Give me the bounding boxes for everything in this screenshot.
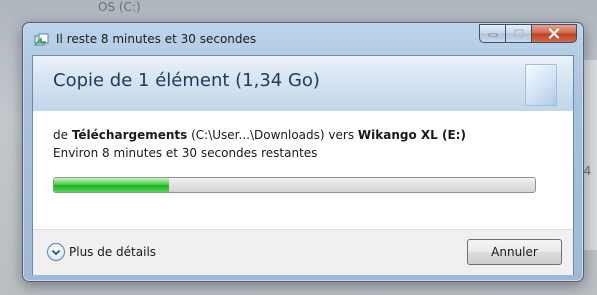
from-prefix: de: [53, 128, 68, 142]
caption-buttons: [479, 24, 577, 44]
more-details-label: Plus de détails: [69, 245, 157, 259]
maximize-button[interactable]: [506, 24, 532, 43]
minimize-icon: [488, 33, 497, 36]
maximize-icon: [513, 29, 524, 38]
header-band: Copie de 1 élément (1,34 Go): [33, 56, 573, 111]
copy-files-icon: [34, 32, 50, 46]
time-remaining: Environ 8 minutes et 30 secondes restant…: [53, 146, 318, 160]
dialog-footer: Plus de détails Annuler: [33, 229, 573, 275]
source-destination-line: de Téléchargements (C:\User...\Downloads…: [53, 128, 466, 142]
background-drive-label: OS (C:): [98, 0, 141, 14]
title-bar[interactable]: Il reste 8 minutes et 30 secondes: [23, 23, 583, 53]
close-button[interactable]: [532, 24, 577, 43]
operation-title: Copie de 1 élément (1,34 Go): [53, 70, 320, 91]
chevron-down-icon: [47, 243, 65, 261]
transfer-graphic: [525, 64, 557, 106]
source-path: (C:\User...\Downloads): [191, 128, 325, 142]
to-prefix: vers: [328, 128, 355, 142]
close-icon: [548, 28, 560, 39]
destination-name[interactable]: Wikango XL (E:): [358, 128, 466, 142]
copy-progress-dialog: Il reste 8 minutes et 30 secondes Copie …: [22, 22, 584, 282]
more-details-toggle[interactable]: Plus de détails: [47, 243, 156, 261]
cancel-button[interactable]: Annuler: [467, 239, 562, 265]
dialog-content: Copie de 1 élément (1,34 Go) de Téléchar…: [32, 55, 574, 275]
progress-fill: [54, 178, 170, 192]
progress-bar: [53, 177, 536, 193]
window-title: Il reste 8 minutes et 30 secondes: [56, 32, 257, 46]
source-name[interactable]: Téléchargements: [72, 128, 187, 142]
minimize-button[interactable]: [479, 24, 506, 43]
